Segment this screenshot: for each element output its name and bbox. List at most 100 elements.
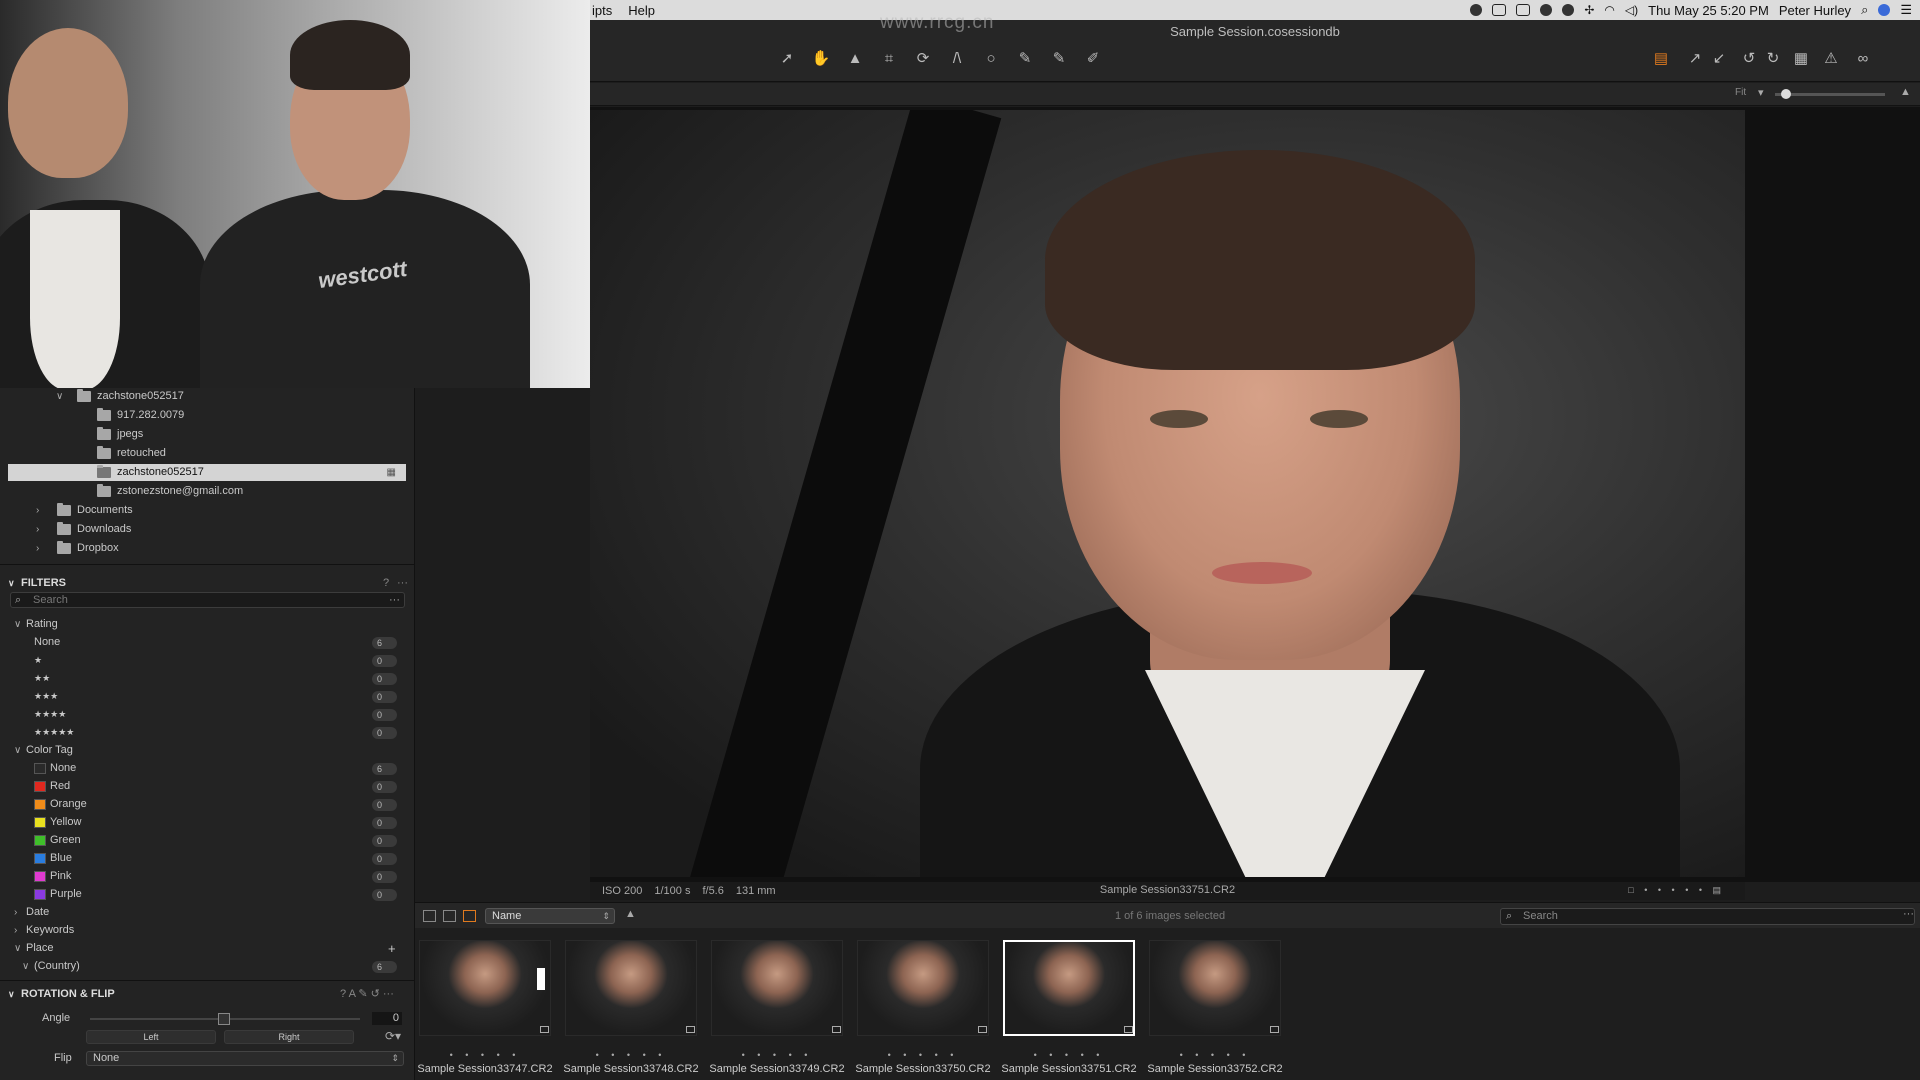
thumbnail-image[interactable] xyxy=(1149,940,1281,1036)
chevron-down-icon[interactable]: ∨ xyxy=(22,958,29,975)
rating-filter-row[interactable]: ★★★★ 0 xyxy=(0,706,415,723)
add-icon[interactable]: + xyxy=(388,940,396,957)
exif-rating-stars[interactable]: □ • • • • • ▤ xyxy=(1628,885,1725,896)
brush-tool-icon[interactable]: ✎ xyxy=(1014,48,1036,70)
flip-select[interactable]: None ⇕ xyxy=(86,1051,404,1066)
select-tool-icon[interactable]: ➚ xyxy=(776,48,798,70)
bluetooth-icon[interactable]: ✢ xyxy=(1584,3,1594,17)
folder-item[interactable]: ∨ zachstone052517 xyxy=(0,388,415,405)
chevron-down-icon[interactable]: ∨ xyxy=(8,984,15,1004)
gradient-tool-icon[interactable]: ✎ xyxy=(1048,48,1070,70)
filmstrip-view-icon[interactable] xyxy=(463,910,476,922)
thumbnail-image[interactable] xyxy=(857,940,989,1036)
folder-item[interactable]: › Downloads xyxy=(0,521,415,538)
color-tag-row[interactable]: Green 0 xyxy=(0,832,415,849)
filters-search-input[interactable]: ⌕ Search ··· xyxy=(10,592,405,608)
crop-tool-icon[interactable]: ⌗ xyxy=(878,48,900,70)
filters-help-icon[interactable]: ? xyxy=(383,573,389,593)
angle-slider-handle[interactable] xyxy=(218,1013,230,1025)
folder-item[interactable]: retouched xyxy=(0,445,415,462)
thumbnail-rating[interactable]: • • • • • xyxy=(1145,1050,1285,1060)
rating-filter-row[interactable]: None 6 xyxy=(0,634,415,651)
chevron-right-icon[interactable]: › xyxy=(14,904,17,921)
status-icon[interactable] xyxy=(1470,4,1483,16)
menu-scripts[interactable]: ipts xyxy=(592,3,612,18)
grid-icon[interactable]: ▦ xyxy=(1790,48,1812,70)
thumbnail[interactable]: • • • • • Sample Session33748.CR2 xyxy=(561,938,701,1075)
rating-group-header[interactable]: ∨ Rating xyxy=(0,616,415,633)
thumbnail[interactable]: • • • • • Sample Session33747.CR2 xyxy=(415,938,555,1075)
color-tag-row[interactable]: Orange 0 xyxy=(0,796,415,813)
angle-slider[interactable] xyxy=(90,1013,360,1025)
thumbnail-rating[interactable]: • • • • • xyxy=(561,1050,701,1060)
thumbnail[interactable]: • • • • • Sample Session33750.CR2 xyxy=(853,938,993,1075)
chevron-right-icon[interactable]: › xyxy=(36,521,39,538)
loupe-tool-icon[interactable]: ▲ xyxy=(844,48,866,70)
volume-icon[interactable]: ◁) xyxy=(1625,3,1638,17)
proof-icon[interactable]: ▤ xyxy=(1650,48,1672,70)
user-name[interactable]: Peter Hurley xyxy=(1779,3,1851,18)
thumbnail-rating[interactable]: • • • • • xyxy=(415,1050,555,1060)
keystone-tool-icon[interactable]: /\ xyxy=(946,48,968,70)
rotate-tool-icon[interactable]: ⟳ xyxy=(912,48,934,70)
time-machine-icon[interactable] xyxy=(1562,4,1575,16)
spotlight-search-icon[interactable]: ⌕ xyxy=(1861,2,1868,18)
filters-header[interactable]: ∨ FILTERS ? ··· xyxy=(0,573,415,593)
picker-tool-icon[interactable]: ✐ xyxy=(1082,48,1104,70)
color-tag-row[interactable]: Red 0 xyxy=(0,778,415,795)
thumbnail-image[interactable] xyxy=(565,940,697,1036)
app-icon[interactable] xyxy=(1516,4,1531,16)
color-tag-row[interactable]: Pink 0 xyxy=(0,868,415,885)
folder-item[interactable]: › Dropbox xyxy=(0,540,415,557)
thumbnail-rating[interactable]: • • • • • xyxy=(853,1050,993,1060)
rotate-options-icon[interactable]: ⟳▾ xyxy=(385,1029,401,1043)
browser-search-input[interactable]: ⌕ Search xyxy=(1500,908,1915,925)
gamepad-icon[interactable] xyxy=(1540,4,1553,16)
folder-item[interactable]: jpegs xyxy=(0,426,415,443)
zoom-slider-handle[interactable] xyxy=(1781,89,1791,99)
wifi-icon[interactable]: ◠ xyxy=(1604,3,1614,17)
rating-filter-row[interactable]: ★★★ 0 xyxy=(0,688,415,705)
menu-help[interactable]: Help xyxy=(628,3,655,18)
rating-filter-row[interactable]: ★★ 0 xyxy=(0,670,415,687)
thumbnail-image[interactable] xyxy=(419,940,551,1036)
display-icon[interactable] xyxy=(1492,4,1507,16)
color-tag-row[interactable]: Blue 0 xyxy=(0,850,415,867)
grid-view-icon[interactable] xyxy=(423,910,436,922)
angle-value[interactable]: 0 xyxy=(372,1012,402,1025)
zoom-in-icon[interactable]: ▲ xyxy=(1900,86,1911,98)
undo-icon[interactable]: ↺ xyxy=(1738,48,1760,70)
apply-adjustments-icon[interactable]: ↙ xyxy=(1708,48,1730,70)
spot-removal-icon[interactable]: ○ xyxy=(980,48,1002,70)
thumbnail-rating[interactable]: • • • • • xyxy=(999,1050,1139,1060)
zoom-out-icon[interactable]: ▾ xyxy=(1758,86,1764,99)
rotation-tool-icons[interactable]: ? A ✎ ↺ ··· xyxy=(340,984,394,1004)
color-tag-row[interactable]: None 6 xyxy=(0,760,415,777)
folder-item-selected[interactable]: zachstone052517 ▦ xyxy=(8,464,406,481)
thumbnail-image[interactable] xyxy=(711,940,843,1036)
chevron-right-icon[interactable]: › xyxy=(36,540,39,557)
rating-filter-row[interactable]: ★★★★★ 0 xyxy=(0,724,415,741)
color-tag-row[interactable]: Purple 0 xyxy=(0,886,415,903)
keywords-group-header[interactable]: › Keywords xyxy=(0,922,415,939)
chevron-down-icon[interactable]: ∨ xyxy=(8,573,15,593)
thumbnail[interactable]: • • • • • Sample Session33752.CR2 xyxy=(1145,938,1285,1075)
folder-item[interactable]: › Documents xyxy=(0,502,415,519)
folder-item[interactable]: 917.282.0079 xyxy=(0,407,415,424)
chevron-down-icon[interactable]: ∨ xyxy=(14,940,21,957)
notification-center-icon[interactable]: ☰ xyxy=(1900,2,1912,18)
rotation-header[interactable]: ∨ ROTATION & FLIP ? A ✎ ↺ ··· xyxy=(0,984,415,1004)
pan-tool-icon[interactable]: ✋ xyxy=(810,48,832,70)
browser-more-icon[interactable]: ··· xyxy=(1903,908,1914,920)
redo-icon[interactable]: ↻ xyxy=(1762,48,1784,70)
zoom-slider[interactable] xyxy=(1775,89,1885,99)
chevron-down-icon[interactable]: ∨ xyxy=(14,742,21,759)
thumbnail-image[interactable] xyxy=(1003,940,1135,1036)
date-group-header[interactable]: › Date xyxy=(0,904,415,921)
exposure-warning-icon[interactable]: ⚠ xyxy=(1820,48,1842,70)
folder-item[interactable]: zstonezstone@gmail.com xyxy=(0,483,415,500)
copy-adjustments-icon[interactable]: ↗ xyxy=(1684,48,1706,70)
rotate-left-button[interactable]: Left xyxy=(86,1030,216,1044)
sort-direction-icon[interactable]: ▲ xyxy=(625,908,636,920)
thumbnail-selected[interactable]: • • • • • Sample Session33751.CR2 xyxy=(999,938,1139,1075)
